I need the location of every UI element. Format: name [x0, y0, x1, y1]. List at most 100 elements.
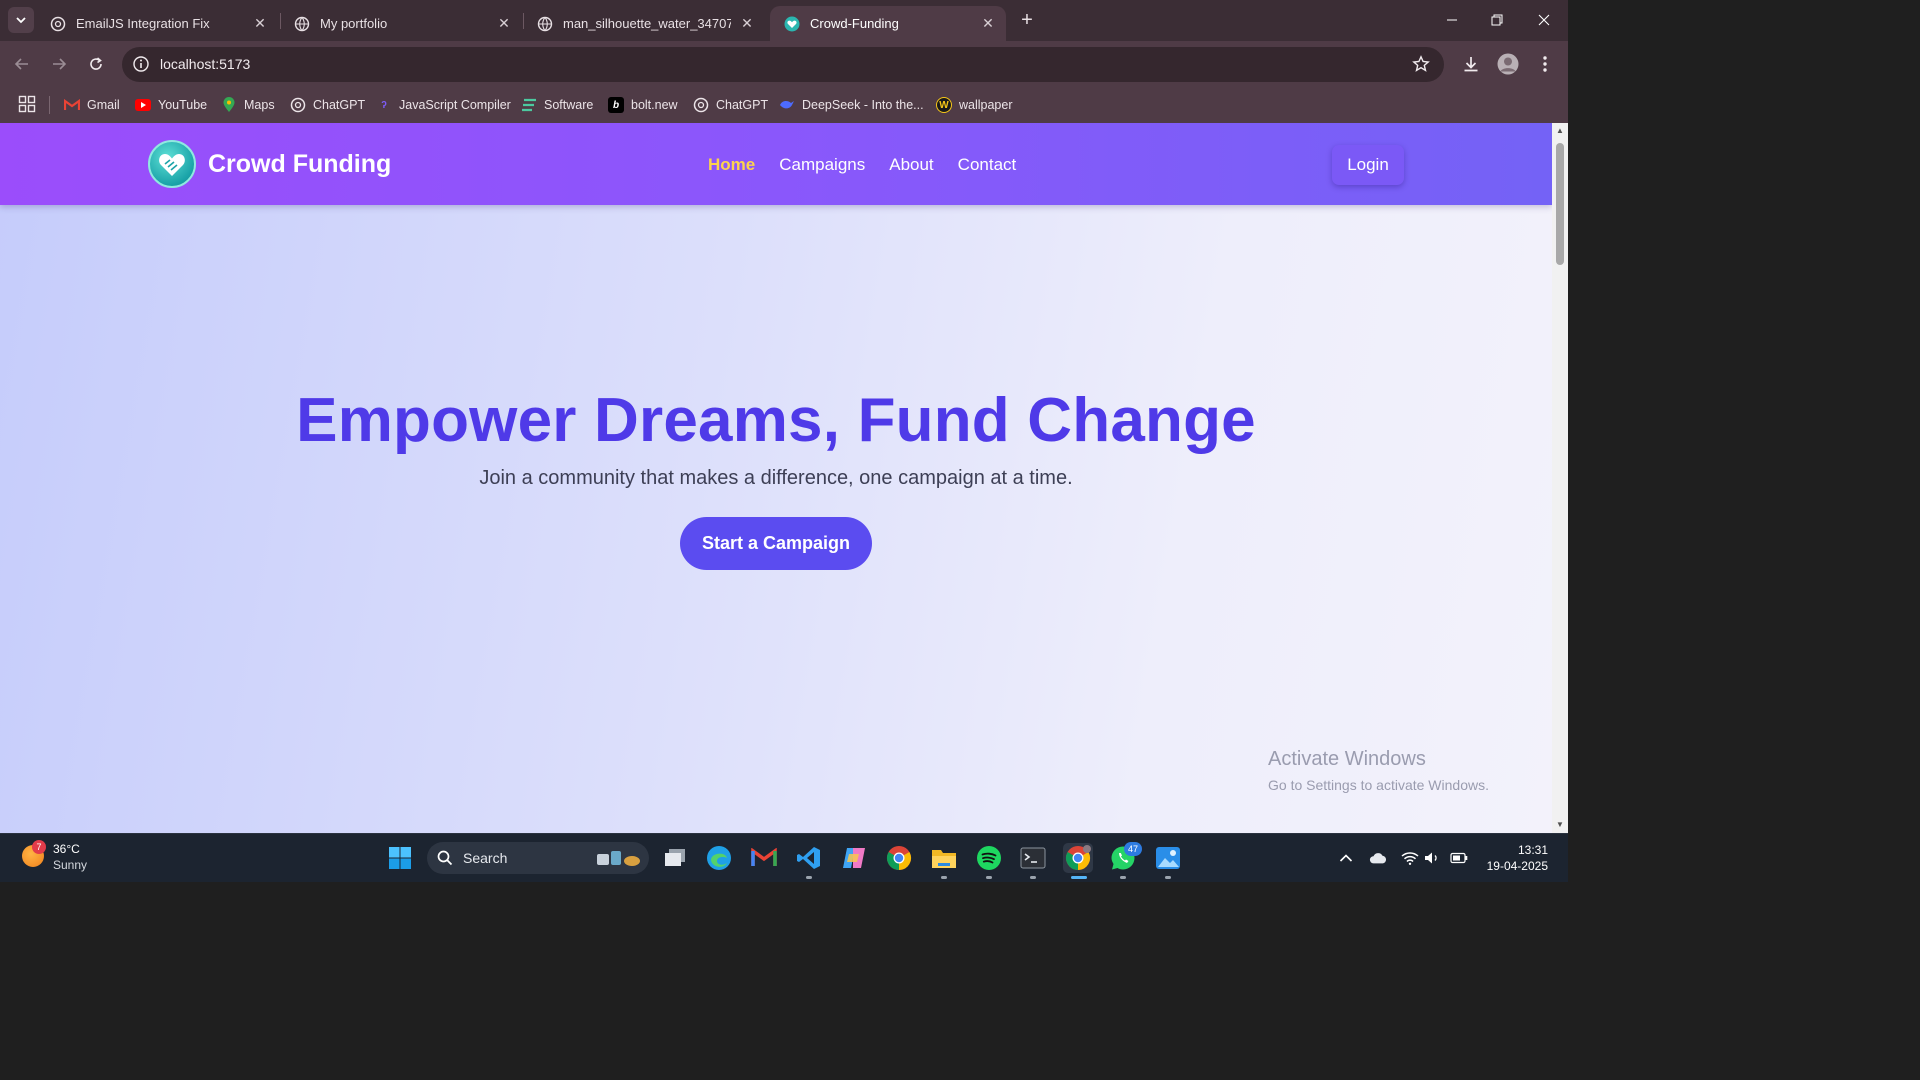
wallpaper-icon: W — [936, 97, 952, 113]
close-icon[interactable]: ✕ — [739, 15, 755, 32]
reload-button[interactable] — [84, 52, 108, 76]
chevron-up-icon — [1339, 854, 1353, 862]
cloud-icon — [1369, 853, 1387, 864]
tray-overflow-button[interactable] — [1337, 849, 1355, 867]
clock-time: 13:31 — [1517, 843, 1548, 857]
tab-title: My portfolio — [320, 16, 388, 31]
reload-icon — [90, 57, 102, 70]
chrome-button[interactable] — [884, 843, 914, 873]
battery-button[interactable] — [1450, 849, 1468, 867]
close-icon[interactable]: ✕ — [252, 15, 268, 32]
profile-button[interactable] — [1497, 53, 1519, 75]
bookmark-software[interactable]: Software — [521, 93, 593, 117]
vscode-icon — [797, 847, 820, 869]
start-button[interactable] — [385, 843, 415, 873]
tab-silhouette-image[interactable]: man_silhouette_water_347072_ ✕ — [523, 6, 765, 41]
tab-crowd-funding[interactable]: Crowd-Funding ✕ — [770, 6, 1006, 41]
address-bar[interactable]: localhost:5173 — [122, 47, 1444, 82]
site-info-icon[interactable] — [132, 55, 150, 73]
bookmark-chatgpt-2[interactable]: ChatGPT — [693, 93, 768, 117]
running-indicator — [1120, 876, 1126, 879]
close-icon[interactable]: ✕ — [496, 15, 512, 32]
scrollbar-thumb[interactable] — [1556, 143, 1564, 265]
nav-contact[interactable]: Contact — [958, 155, 1017, 175]
forward-button[interactable] — [47, 52, 71, 76]
tab-emailjs[interactable]: EmailJS Integration Fix ✕ — [36, 6, 278, 41]
bookmark-bolt[interactable]: b bolt.new — [608, 93, 678, 117]
chrome-icon — [886, 846, 912, 870]
running-indicator — [941, 876, 947, 879]
downloads-button[interactable] — [1460, 53, 1482, 75]
wifi-button[interactable] — [1401, 849, 1419, 867]
gmail-icon — [751, 848, 777, 866]
copilot-button[interactable] — [839, 843, 869, 873]
main-nav: Home Campaigns About Contact — [708, 155, 1016, 175]
taskbar-search[interactable]: Search — [427, 842, 649, 874]
running-indicator — [1165, 876, 1171, 879]
restore-button[interactable] — [1485, 8, 1509, 32]
hero-subtitle: Join a community that makes a difference… — [479, 467, 1073, 489]
logo[interactable] — [148, 140, 196, 188]
chrome-icon — [1065, 845, 1091, 870]
bookmark-label: JavaScript Compiler — [399, 98, 511, 112]
terminal-icon — [1020, 847, 1046, 869]
file-explorer-button[interactable] — [929, 843, 959, 873]
back-button[interactable] — [10, 52, 34, 76]
tab-strip: EmailJS Integration Fix ✕ My portfolio ✕… — [0, 0, 1568, 41]
volume-button[interactable] — [1424, 849, 1442, 867]
bookmark-label: ChatGPT — [716, 98, 769, 112]
system-clock[interactable]: 13:31 19-04-2025 — [1478, 842, 1548, 874]
chrome-profile-button[interactable] — [1063, 843, 1093, 873]
scroll-down-icon[interactable]: ▼ — [1555, 820, 1565, 830]
windows-taskbar: 7 36°C Sunny Search 47 13:31 19-04-2025 — [0, 833, 1568, 882]
apps-grid-icon[interactable] — [18, 95, 36, 113]
url-text[interactable]: localhost:5173 — [160, 56, 250, 72]
menu-button[interactable] — [1534, 53, 1556, 75]
onedrive-button[interactable] — [1369, 849, 1387, 867]
spotify-button[interactable] — [974, 843, 1004, 873]
gmail-icon — [64, 97, 80, 113]
activate-windows-watermark: Activate Windows Go to Settings to activ… — [1268, 748, 1489, 793]
scroll-up-icon[interactable]: ▲ — [1555, 126, 1565, 136]
bookmark-gmail[interactable]: Gmail — [64, 93, 120, 117]
bookmark-star-icon[interactable] — [1412, 55, 1430, 73]
chevron-down-icon — [16, 17, 26, 24]
gmail-app-button[interactable] — [749, 843, 779, 873]
bookmark-label: ChatGPT — [313, 98, 366, 112]
window-close-button[interactable] — [1532, 8, 1556, 32]
nav-about[interactable]: About — [889, 155, 933, 175]
minimize-button[interactable] — [1440, 8, 1464, 32]
weather-badge: 7 — [32, 840, 46, 854]
bookmark-deepseek[interactable]: DeepSeek - Into the... — [779, 93, 924, 117]
battery-icon — [1450, 852, 1468, 864]
page-scrollbar[interactable]: ▲ ▼ — [1552, 123, 1568, 833]
bookmark-maps[interactable]: Maps — [221, 93, 275, 117]
terminal-button[interactable] — [1018, 843, 1048, 873]
bookmark-label: Gmail — [87, 98, 120, 112]
bookmark-chatgpt[interactable]: ChatGPT — [290, 93, 365, 117]
tab-title: man_silhouette_water_347072_ — [563, 16, 731, 31]
login-button[interactable]: Login — [1332, 145, 1404, 185]
tab-search-button[interactable] — [8, 7, 34, 33]
close-icon[interactable]: ✕ — [980, 15, 996, 32]
avatar-icon — [1497, 53, 1519, 75]
arrow-left-icon — [14, 58, 28, 70]
start-campaign-button[interactable]: Start a Campaign — [680, 517, 872, 570]
brand-name[interactable]: Crowd Funding — [208, 150, 391, 179]
task-view-button[interactable] — [660, 843, 690, 873]
edge-button[interactable] — [704, 843, 734, 873]
bookmarks-bar: Gmail YouTube Maps ChatGPT ʔ JavaScript … — [0, 87, 1568, 123]
bolt-icon: b — [608, 97, 624, 113]
photos-button[interactable] — [1153, 843, 1183, 873]
bookmark-wallpaper[interactable]: W wallpaper — [936, 93, 1013, 117]
tab-title: Crowd-Funding — [810, 16, 899, 31]
bookmark-youtube[interactable]: YouTube — [135, 93, 207, 117]
vscode-button[interactable] — [794, 843, 824, 873]
nav-home[interactable]: Home — [708, 155, 755, 175]
tab-portfolio[interactable]: My portfolio ✕ — [280, 6, 522, 41]
watermark-title: Activate Windows — [1268, 748, 1426, 770]
bookmark-javascript-compiler[interactable]: ʔ JavaScript Compiler — [376, 93, 511, 117]
more-vertical-icon — [1543, 56, 1547, 72]
nav-campaigns[interactable]: Campaigns — [779, 155, 865, 175]
new-tab-button[interactable]: + — [1016, 10, 1038, 32]
